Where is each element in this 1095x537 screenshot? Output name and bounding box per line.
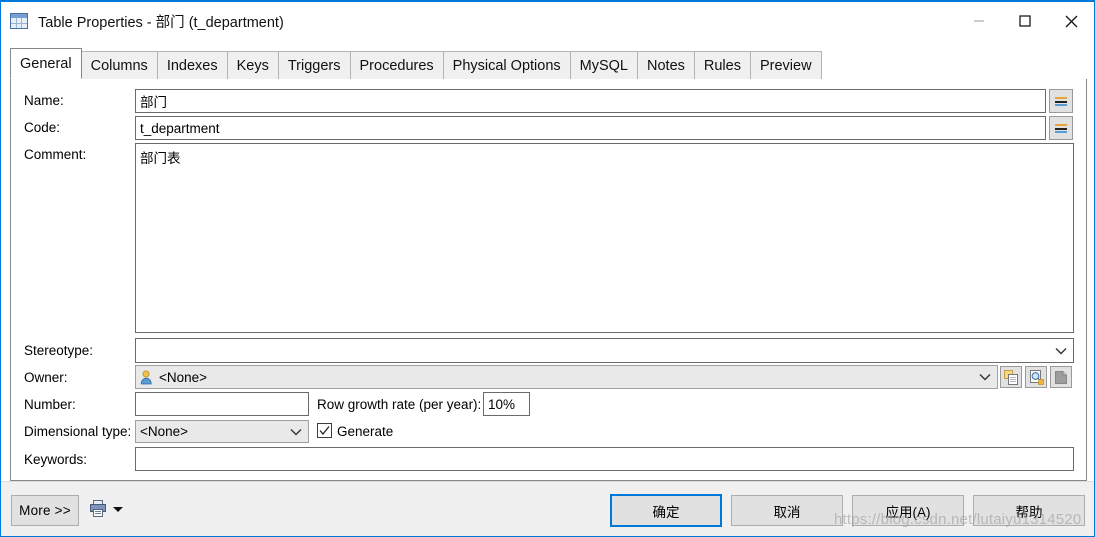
tab-preview[interactable]: Preview xyxy=(749,51,822,79)
window-title: Table Properties - 部门 (t_department) xyxy=(38,14,284,31)
keywords-input[interactable] xyxy=(135,447,1074,471)
tab-label: Notes xyxy=(647,57,685,74)
user-icon xyxy=(140,370,152,384)
window-controls xyxy=(956,2,1094,40)
tab-physical-options[interactable]: Physical Options xyxy=(442,51,571,79)
tab-indexes[interactable]: Indexes xyxy=(156,51,228,79)
apply-button[interactable]: 应用(A) xyxy=(852,495,964,526)
name-equals-button[interactable] xyxy=(1049,89,1073,113)
owner-clear-button[interactable] xyxy=(1050,366,1072,388)
tab-label: Triggers xyxy=(287,57,341,74)
tab-label: Physical Options xyxy=(452,57,561,74)
owner-combobox[interactable]: <None> xyxy=(135,365,998,389)
grey-page-icon xyxy=(1054,370,1067,384)
close-button[interactable] xyxy=(1048,2,1094,40)
tab-label: Indexes xyxy=(166,57,218,74)
row-growth-rate-input[interactable]: 10% xyxy=(483,392,530,416)
stereotype-combobox[interactable] xyxy=(135,338,1074,363)
owner-create-button[interactable] xyxy=(1000,366,1022,388)
title-bar: Table Properties - 部门 (t_department) xyxy=(1,2,1094,40)
code-equals-button[interactable] xyxy=(1049,116,1073,140)
number-input[interactable] xyxy=(135,392,309,416)
number-label: Number: xyxy=(24,397,76,412)
dimensional-type-combobox[interactable]: <None> xyxy=(135,420,309,443)
name-label: Name: xyxy=(24,93,64,108)
check-icon xyxy=(319,426,330,435)
owner-label: Owner: xyxy=(24,370,68,385)
tab-rules[interactable]: Rules xyxy=(693,51,751,79)
chevron-down-icon xyxy=(979,374,991,381)
owner-value: <None> xyxy=(159,369,208,385)
tab-procedures[interactable]: Procedures xyxy=(349,51,444,79)
tab-strip: General Columns Indexes Keys Triggers Pr… xyxy=(10,48,1087,80)
tab-label: Rules xyxy=(703,57,741,74)
tab-columns[interactable]: Columns xyxy=(80,51,158,79)
row-growth-rate-label: Row growth rate (per year): xyxy=(317,397,482,412)
cancel-button[interactable]: 取消 xyxy=(731,495,843,526)
name-input[interactable]: 部门 xyxy=(135,89,1046,113)
equals-icon xyxy=(1055,123,1067,133)
table-grid-icon xyxy=(10,13,28,29)
tab-label: Keys xyxy=(236,57,269,74)
tab-label: General xyxy=(20,55,72,72)
chevron-down-icon xyxy=(290,428,302,435)
more-button[interactable]: More >> xyxy=(11,495,79,526)
code-input[interactable]: t_department xyxy=(135,116,1046,140)
tab-label: MySQL xyxy=(579,57,628,74)
tab-general[interactable]: General xyxy=(10,48,82,79)
tab-triggers[interactable]: Triggers xyxy=(277,51,351,79)
tab-notes[interactable]: Notes xyxy=(637,51,695,79)
maximize-button[interactable] xyxy=(1002,2,1048,40)
generate-checkbox[interactable] xyxy=(317,423,332,438)
new-page-icon xyxy=(1003,369,1018,385)
chevron-down-icon xyxy=(1055,347,1067,354)
dropdown-arrow-icon[interactable] xyxy=(113,507,123,512)
dimensional-type-value: <None> xyxy=(140,424,189,439)
stereotype-label: Stereotype: xyxy=(24,343,94,358)
equals-icon xyxy=(1055,96,1067,106)
page-magnifier-icon xyxy=(1029,369,1044,385)
owner-properties-button[interactable] xyxy=(1025,366,1047,388)
code-label: Code: xyxy=(24,120,61,135)
tab-label: Preview xyxy=(759,57,812,74)
generate-label: Generate xyxy=(337,424,394,439)
tab-keys[interactable]: Keys xyxy=(226,51,279,79)
report-icon[interactable] xyxy=(90,500,106,517)
minimize-button[interactable] xyxy=(956,2,1002,40)
tab-label: Procedures xyxy=(359,57,434,74)
tab-label: Columns xyxy=(90,57,148,74)
table-properties-dialog: Table Properties - 部门 (t_department) Gen… xyxy=(0,0,1095,537)
comment-textarea[interactable]: 部门表 xyxy=(135,143,1074,333)
tab-mysql[interactable]: MySQL xyxy=(569,51,638,79)
dimensional-type-label: Dimensional type: xyxy=(24,424,132,439)
help-button[interactable]: 帮助 xyxy=(973,495,1085,526)
keywords-label: Keywords: xyxy=(24,452,88,467)
ok-button[interactable]: 确定 xyxy=(610,494,722,527)
comment-label: Comment: xyxy=(24,147,87,162)
